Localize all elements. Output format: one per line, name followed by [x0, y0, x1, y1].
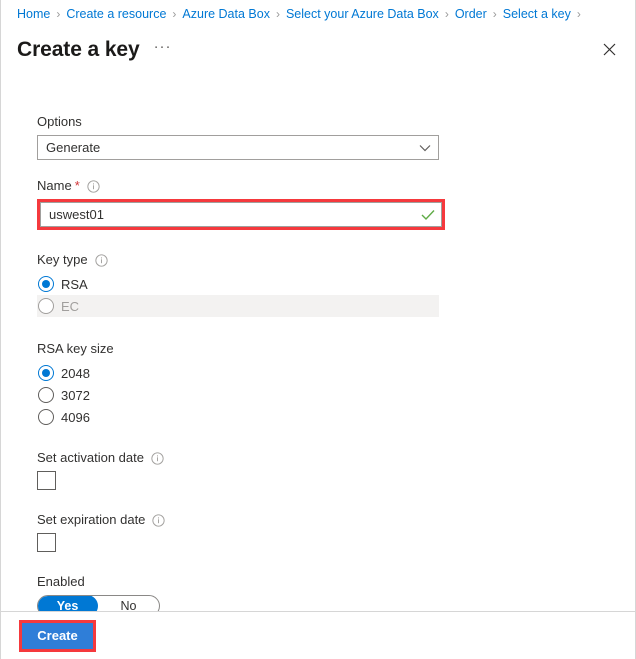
info-icon[interactable]	[94, 253, 108, 267]
radio-indicator	[38, 387, 54, 403]
key-type-label-row: Key type	[37, 252, 635, 268]
radio-indicator	[38, 365, 54, 381]
info-icon[interactable]	[152, 513, 166, 527]
breadcrumb-item-select-a-key[interactable]: Select a key	[503, 7, 571, 21]
chevron-right-icon: ›	[492, 6, 497, 21]
radio-rsa-3072-label: 3072	[61, 387, 90, 403]
rsa-key-size-label: RSA key size	[37, 341, 114, 356]
field-set-activation-date: Set activation date	[37, 450, 635, 490]
key-type-label: Key type	[37, 252, 88, 267]
name-input-value: uswest01	[49, 207, 104, 222]
chevron-right-icon: ›	[275, 6, 280, 21]
breadcrumb: Home › Create a resource › Azure Data Bo…	[1, 0, 635, 27]
breadcrumb-item-azure-data-box[interactable]: Azure Data Box	[182, 7, 270, 21]
set-expiration-date-label-row: Set expiration date	[37, 512, 635, 528]
field-enabled: Enabled Yes No	[37, 574, 635, 611]
field-rsa-key-size: RSA key size 2048 3072 4096	[37, 341, 635, 428]
close-icon[interactable]	[597, 37, 621, 61]
set-activation-date-label: Set activation date	[37, 450, 144, 465]
create-key-blade: Home › Create a resource › Azure Data Bo…	[0, 0, 636, 659]
breadcrumb-item-home[interactable]: Home	[17, 7, 50, 21]
radio-rsa-2048[interactable]: 2048	[37, 362, 439, 384]
field-set-expiration-date: Set expiration date	[37, 512, 635, 552]
rsa-key-size-label-row: RSA key size	[37, 341, 635, 357]
field-name: Name * uswest01	[37, 178, 635, 230]
required-marker: *	[74, 178, 80, 193]
options-select[interactable]: Generate	[37, 135, 439, 160]
options-label-row: Options	[37, 114, 635, 130]
form-body: Options Generate Name * uswest01 Key typ…	[1, 71, 635, 611]
chevron-right-icon: ›	[172, 6, 177, 21]
radio-key-type-ec-label: EC	[61, 298, 80, 314]
breadcrumb-item-order[interactable]: Order	[455, 7, 487, 21]
radio-rsa-2048-label: 2048	[61, 365, 90, 381]
radio-rsa-4096-label: 4096	[61, 409, 90, 425]
field-options: Options Generate	[37, 114, 635, 160]
create-button[interactable]: Create	[22, 622, 93, 649]
radio-indicator	[38, 298, 54, 314]
blade-footer: Create	[1, 611, 635, 659]
info-icon[interactable]	[87, 179, 100, 193]
name-label-row: Name *	[37, 178, 635, 194]
radio-key-type-ec: EC	[37, 295, 439, 317]
chevron-right-icon: ›	[56, 6, 61, 21]
enabled-toggle-no[interactable]: No	[98, 596, 159, 611]
enabled-label: Enabled	[37, 574, 85, 589]
radio-key-type-rsa[interactable]: RSA	[37, 273, 439, 295]
name-input[interactable]: uswest01	[40, 202, 442, 227]
enabled-label-row: Enabled	[37, 574, 635, 590]
field-key-type: Key type RSA EC	[37, 252, 635, 317]
set-activation-date-label-row: Set activation date	[37, 450, 635, 466]
radio-rsa-3072[interactable]: 3072	[37, 384, 439, 406]
options-select-value: Generate	[46, 140, 101, 155]
name-label: Name	[37, 178, 72, 193]
breadcrumb-item-create-a-resource[interactable]: Create a resource	[66, 7, 166, 21]
enabled-toggle[interactable]: Yes No	[37, 595, 160, 611]
set-activation-date-checkbox[interactable]	[37, 471, 56, 490]
radio-indicator	[38, 276, 54, 292]
set-expiration-date-checkbox[interactable]	[37, 533, 56, 552]
chevron-down-icon	[419, 144, 431, 152]
name-field-highlight: uswest01	[37, 199, 445, 230]
info-icon[interactable]	[151, 451, 164, 465]
radio-rsa-4096[interactable]: 4096	[37, 406, 439, 428]
set-expiration-date-label: Set expiration date	[37, 512, 146, 527]
chevron-right-icon: ›	[444, 6, 449, 21]
checkmark-icon	[421, 209, 435, 220]
radio-key-type-rsa-label: RSA	[61, 276, 88, 292]
radio-indicator	[38, 409, 54, 425]
page-title: Create a key	[17, 37, 140, 61]
options-label: Options	[37, 114, 82, 129]
blade-title-row: Create a key ···	[1, 27, 635, 71]
chevron-right-icon: ›	[576, 6, 581, 21]
breadcrumb-item-select-your-azure-data-box[interactable]: Select your Azure Data Box	[286, 7, 439, 21]
enabled-toggle-yes[interactable]: Yes	[38, 596, 98, 611]
create-button-highlight: Create	[19, 619, 96, 652]
more-options-icon[interactable]: ···	[154, 39, 172, 60]
